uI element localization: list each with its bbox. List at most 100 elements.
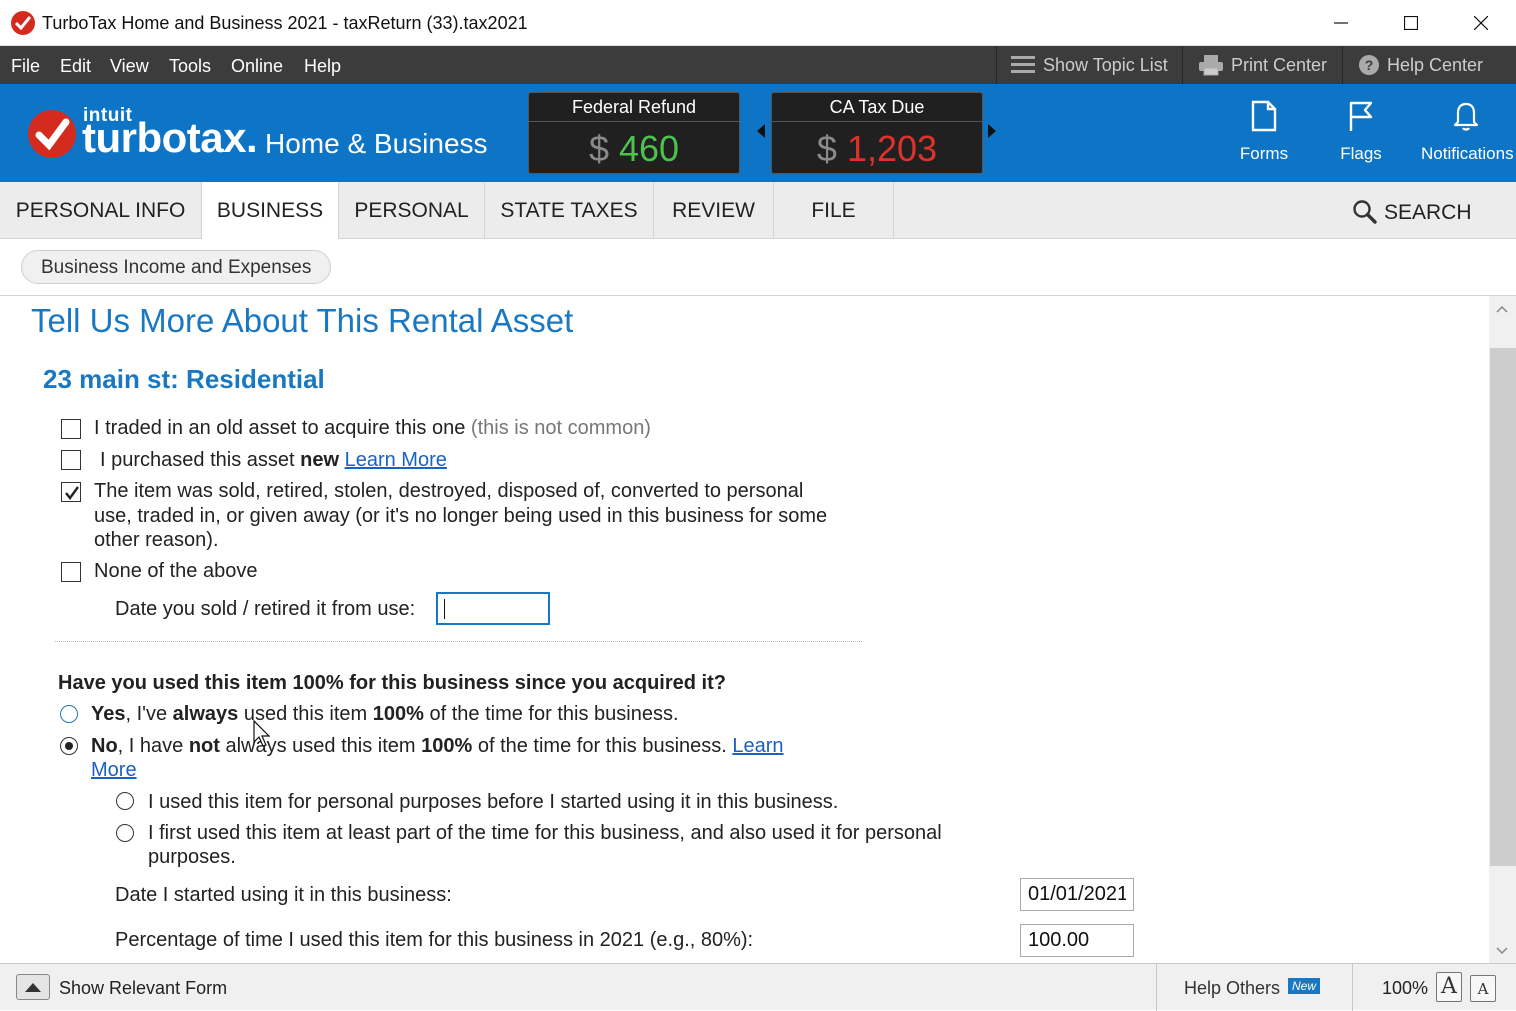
printer-icon [1199,55,1223,76]
help-icon: ? [1359,55,1379,75]
tab-state-taxes[interactable]: STATE TAXES [485,182,654,239]
yes-b3: 100% [372,703,424,725]
part-time-label: I first used this item at least part of … [148,821,998,869]
notifications-button[interactable]: Notifications [1421,100,1514,163]
show-topic-list-label: Show Topic List [1043,55,1168,75]
show-form-toggle[interactable] [16,974,50,1000]
maximize-button[interactable] [1376,0,1446,46]
checkmark-icon [65,486,79,500]
part-time-line-2: purposes. [148,846,236,868]
no-t1: , I have [117,735,189,757]
state-tax-label: CA Tax Due [772,93,982,122]
close-button[interactable] [1446,0,1516,46]
tab-personal-info[interactable]: PERSONAL INFO [0,182,202,239]
minimize-icon [1334,22,1348,24]
date-started-label: Date I started using it in this business… [115,884,452,906]
font-size-increase-button[interactable]: A [1436,972,1462,1002]
percentage-input[interactable] [1020,924,1134,957]
menu-tools[interactable]: Tools [169,56,211,77]
traded-label: I traded in an old asset to acquire this… [94,416,651,440]
learn-more-link-2-continued[interactable]: More [91,759,137,781]
none-of-above-checkbox[interactable] [61,562,81,582]
page-title: Tell Us More About This Rental Asset [31,302,574,339]
personal-before-radio[interactable] [116,792,134,810]
print-center-label: Print Center [1231,55,1328,75]
flags-button[interactable]: Flags [1322,100,1400,163]
asset-subtitle: 23 main st: Residential [43,364,325,394]
personal-before-label: I used this item for personal purposes b… [148,791,839,813]
help-center-button[interactable]: ? Help Center [1342,46,1516,84]
search-label: SEARCH [1384,201,1472,224]
federal-currency: $ [588,128,609,169]
yes-b2: always [172,703,239,725]
federal-refund-label: Federal Refund [529,93,739,122]
text-cursor [444,599,445,619]
learn-more-link[interactable]: Learn More [345,449,447,471]
scrollbar-thumb[interactable] [1490,348,1516,866]
menu-view[interactable]: View [110,56,149,77]
list-icon [1011,56,1035,73]
scroll-down-icon[interactable] [1496,944,1508,956]
maximize-icon [1404,16,1418,30]
print-center-button[interactable]: Print Center [1182,46,1342,84]
date-sold-label: Date you sold / retired it from use: [115,598,416,620]
sold-line-2: use, traded in, or given away (or it's n… [94,505,828,527]
none-of-above-label: None of the above [94,560,258,582]
purchased-new-checkbox[interactable] [61,450,81,470]
part-time-radio[interactable] [116,824,134,842]
sold-retired-checkbox[interactable] [61,482,81,502]
notifications-label: Notifications [1421,144,1514,163]
menu-file[interactable]: File [11,56,40,77]
svg-text:?: ? [1365,57,1374,73]
flags-label: Flags [1340,144,1382,163]
yes-t3: of the time for this business. [423,703,679,725]
close-icon [1474,16,1488,30]
show-relevant-form-label[interactable]: Show Relevant Form [59,978,227,999]
menu-help[interactable]: Help [304,56,341,77]
search-icon [1353,200,1377,224]
turbotax-logo-check-icon [28,110,76,158]
yes-option-label: Yes, I've always used this item 100% of … [91,702,679,726]
next-state-arrow-icon[interactable] [988,124,996,138]
menu-edit[interactable]: Edit [60,56,91,77]
scroll-up-icon[interactable] [1496,304,1508,316]
traded-checkbox[interactable] [61,419,81,439]
yes-radio[interactable] [60,705,78,723]
no-radio[interactable] [60,737,78,755]
learn-more-link-2b[interactable]: More [91,758,137,782]
date-started-input[interactable] [1020,878,1134,911]
menu-online[interactable]: Online [231,56,283,77]
yes-b1: Yes [91,703,126,725]
learn-more-link-2[interactable]: Learn [732,735,783,757]
window-title: TurboTax Home and Business 2021 - taxRet… [42,13,528,33]
prev-state-arrow-icon[interactable] [757,124,765,138]
no-b1: No [91,735,118,757]
forms-button[interactable]: Forms [1225,100,1303,163]
no-b2: not [188,735,220,757]
status-bar: Show Relevant Form Help Others New 100% … [0,963,1516,1011]
help-center-label: Help Center [1387,55,1484,75]
status-separator [1156,964,1157,1011]
purchased-text: I purchased this asset [100,449,295,471]
breadcrumb[interactable]: Business Income and Expenses [21,250,332,284]
tab-file[interactable]: FILE [774,182,894,239]
tab-review[interactable]: REVIEW [654,182,774,239]
date-sold-input[interactable] [436,592,550,625]
tab-personal[interactable]: PERSONAL [339,182,485,239]
federal-refund-amount: $ 460 [529,128,739,170]
minimize-button[interactable] [1306,0,1376,46]
yes-t1: , I've [125,703,173,725]
state-tax-box[interactable]: CA Tax Due $ 1,203 [771,92,983,174]
flag-icon [1349,101,1373,131]
sold-retired-label: The item was sold, retired, stolen, dest… [94,479,894,552]
tab-business[interactable]: BUSINESS [202,182,339,239]
turbotax-app-icon [11,11,35,35]
show-topic-list-button[interactable]: Show Topic List [996,46,1182,84]
federal-refund-box[interactable]: Federal Refund $ 460 [528,92,740,174]
state-amount-value: 1,203 [846,128,938,169]
font-size-decrease-button[interactable]: A [1470,975,1496,1002]
section-divider [55,641,862,642]
main-content: Tell Us More About This Rental Asset 23 … [0,296,1489,963]
help-others-link[interactable]: Help Others [1184,978,1280,999]
federal-amount-value: 460 [618,128,680,169]
